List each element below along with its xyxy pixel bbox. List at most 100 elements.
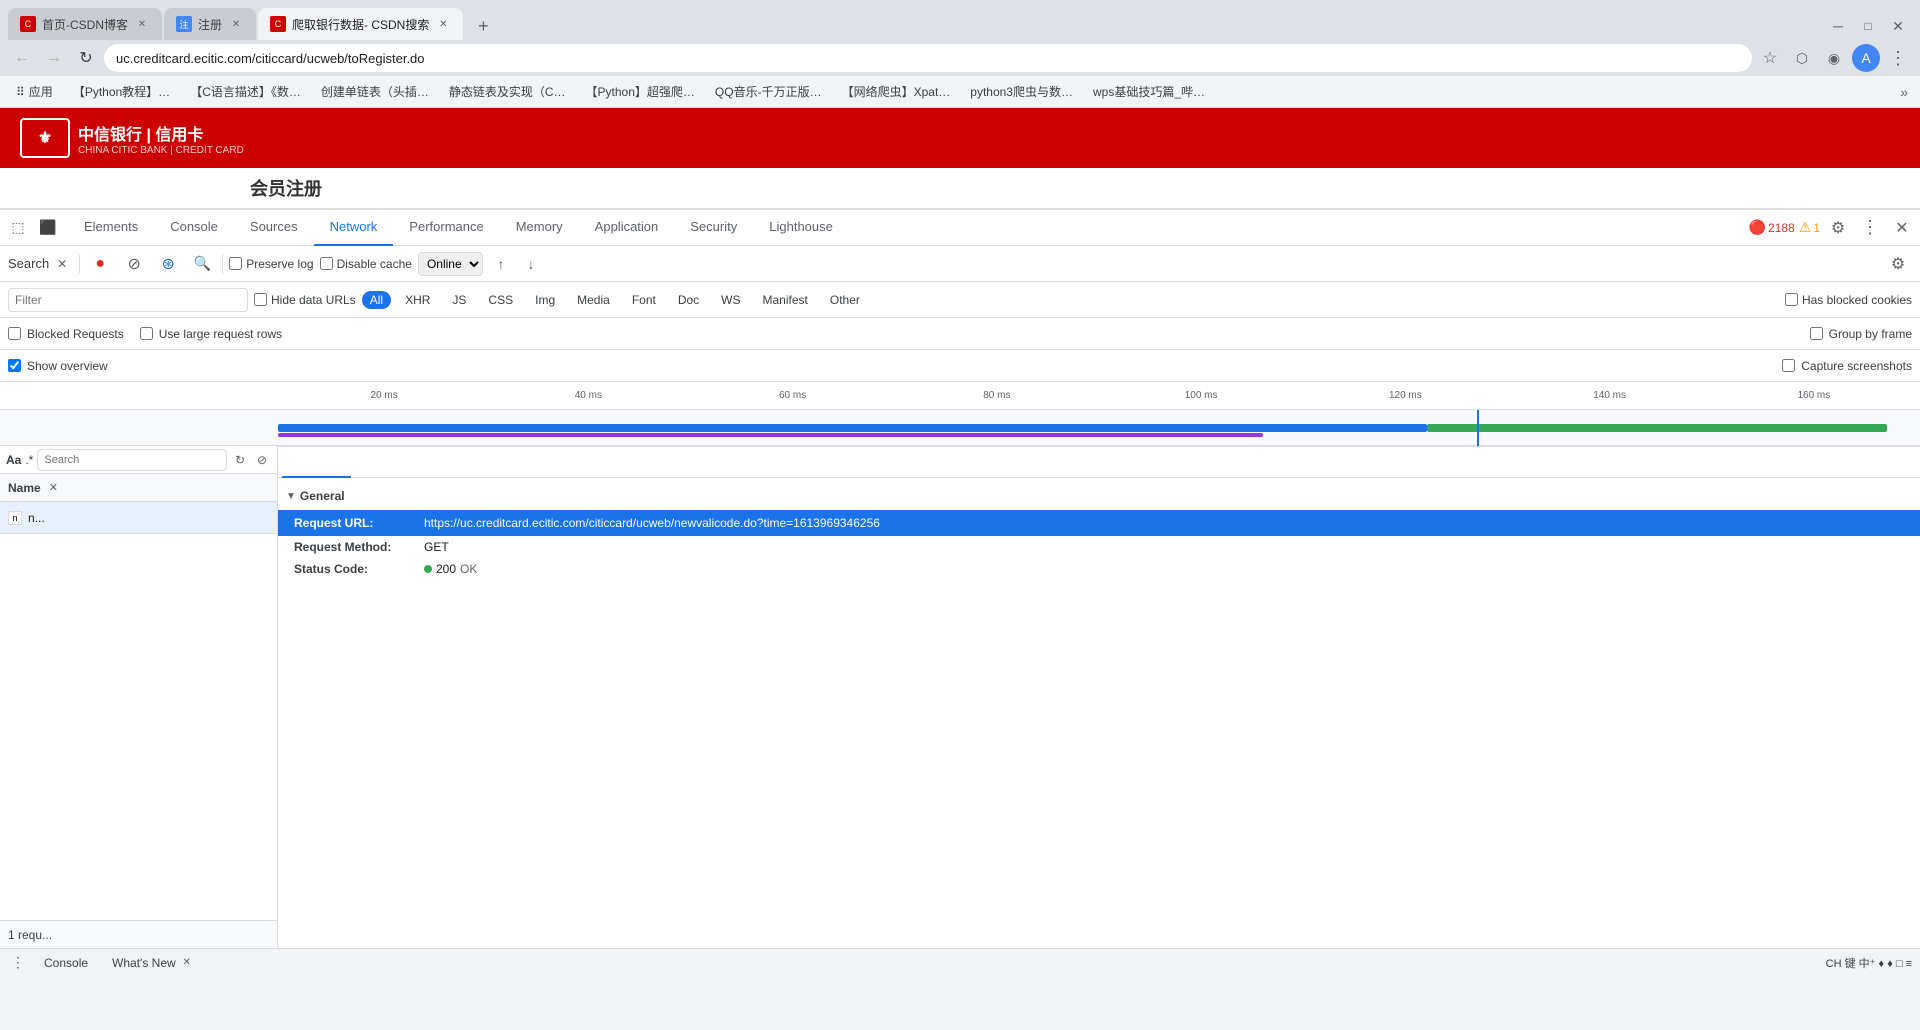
tab-title-citic: 爬取银行数据- CSDN搜索: [292, 16, 429, 33]
tab-console[interactable]: Console: [154, 210, 234, 246]
bookmark-static[interactable]: 静态链表及实现（C…: [441, 81, 574, 102]
download-icon-btn[interactable]: ↓: [519, 252, 543, 276]
filter-type-css[interactable]: CSS: [480, 291, 521, 309]
hide-data-urls-checkbox[interactable]: [254, 293, 267, 306]
filter-type-font[interactable]: Font: [624, 291, 664, 309]
general-header-row[interactable]: ▼ General: [278, 482, 1920, 510]
tab-network[interactable]: Network: [314, 210, 394, 246]
bookmark-qq[interactable]: QQ音乐-千万正版…: [707, 81, 830, 102]
tab-close-reg[interactable]: ✕: [228, 16, 244, 32]
filter-type-all[interactable]: All: [362, 291, 391, 309]
bookmark-list[interactable]: 创建单链表（头插…: [313, 81, 437, 102]
preserve-log-checkbox[interactable]: [229, 257, 242, 270]
tab-sources[interactable]: Sources: [234, 210, 314, 246]
filter-input-wrap[interactable]: [8, 288, 248, 312]
filter-type-doc[interactable]: Doc: [670, 291, 707, 309]
more-menu-button[interactable]: ⋮: [1884, 44, 1912, 72]
filter-type-xhr[interactable]: XHR: [397, 291, 438, 309]
new-tab-button[interactable]: +: [469, 12, 497, 40]
network-settings-btn[interactable]: ⚙: [1884, 250, 1912, 278]
filter-btn[interactable]: ⊛: [154, 250, 182, 278]
tab-elements[interactable]: Elements: [68, 210, 154, 246]
tab-reg[interactable]: 注 注册 ✕: [164, 8, 256, 40]
forward-button[interactable]: →: [40, 44, 68, 72]
group-by-frame-checkbox[interactable]: [1810, 327, 1823, 340]
reload-button[interactable]: ↻: [72, 44, 100, 72]
bottom-tab-whats-new[interactable]: What's New ✕: [104, 954, 202, 972]
blocked-requests-label[interactable]: Blocked Requests: [8, 327, 124, 341]
search-title-label: Search: [8, 256, 49, 271]
capture-screenshots-checkbox[interactable]: [1782, 359, 1795, 372]
timeline-empty-row: [278, 446, 1920, 474]
tab-lighthouse[interactable]: Lighthouse: [753, 210, 849, 246]
request-url-value[interactable]: https://uc.creditcard.ecitic.com/citicca…: [424, 516, 880, 530]
network-item-selected[interactable]: n n...: [0, 502, 277, 534]
minimize-button[interactable]: ─: [1824, 12, 1852, 40]
stop-btn[interactable]: ⊘: [120, 250, 148, 278]
extension-button-1[interactable]: ⬡: [1788, 44, 1816, 72]
search-clear-btn[interactable]: ✕: [53, 255, 71, 273]
has-blocked-cookies-label[interactable]: Has blocked cookies: [1785, 293, 1912, 307]
close-window-button[interactable]: ✕: [1884, 12, 1912, 40]
disable-cache-checkbox[interactable]: [320, 257, 333, 270]
tab-performance[interactable]: Performance: [393, 210, 499, 246]
filter-type-media[interactable]: Media: [569, 291, 618, 309]
filter-type-ws[interactable]: WS: [713, 291, 748, 309]
tab-close-csdn[interactable]: ✕: [134, 16, 150, 32]
extension-button-2[interactable]: ◉: [1820, 44, 1848, 72]
clear-search-btn[interactable]: ⊘: [253, 451, 271, 469]
tab-application[interactable]: Application: [579, 210, 675, 246]
large-rows-label[interactable]: Use large request rows: [140, 327, 282, 341]
tab-csdn[interactable]: C 首页-CSDN博客 ✕: [8, 8, 162, 40]
bookmark-py2[interactable]: 【Python】超强爬…: [578, 81, 703, 102]
maximize-button[interactable]: □: [1854, 12, 1882, 40]
tab-memory[interactable]: Memory: [500, 210, 579, 246]
bookmark-python[interactable]: 【Python教程】…: [65, 81, 178, 102]
search-btn[interactable]: 🔍: [188, 250, 216, 278]
bookmark-wps[interactable]: wps基础技巧篇_哔…: [1085, 81, 1213, 102]
refresh-search-btn[interactable]: ↻: [231, 451, 249, 469]
group-by-frame-label[interactable]: Group by frame: [1810, 327, 1912, 341]
show-overview-label[interactable]: Show overview: [8, 359, 108, 373]
bookmarks-more[interactable]: »: [1896, 82, 1912, 102]
bookmark-c[interactable]: 【C语言描述】《数…: [182, 81, 309, 102]
bookmark-py3[interactable]: python3爬虫与数…: [962, 81, 1081, 102]
back-button[interactable]: ←: [8, 44, 36, 72]
filter-type-js[interactable]: JS: [444, 291, 474, 309]
bookmark-spider[interactable]: 【网络爬虫】Xpat…: [834, 81, 959, 102]
show-overview-checkbox[interactable]: [8, 359, 21, 372]
bottom-tab-console[interactable]: Console: [36, 954, 96, 972]
url-bar[interactable]: uc.creditcard.ecitic.com/citiccard/ucweb…: [104, 44, 1752, 72]
devtools-settings-btn[interactable]: ⚙: [1824, 214, 1852, 242]
capture-screenshots-label[interactable]: Capture screenshots: [1782, 359, 1912, 373]
upload-icon-btn[interactable]: ↑: [489, 252, 513, 276]
name-col-close[interactable]: ✕: [49, 481, 58, 494]
tab-close-citic[interactable]: ✕: [435, 16, 451, 32]
filter-type-manifest[interactable]: Manifest: [755, 291, 816, 309]
device-mode-btn[interactable]: ⬛: [34, 214, 62, 242]
has-blocked-cookies-checkbox[interactable]: [1785, 293, 1798, 306]
filter-type-other[interactable]: Other: [822, 291, 868, 309]
filter-type-img[interactable]: Img: [527, 291, 563, 309]
search-input-box[interactable]: [37, 449, 227, 471]
hide-data-urls-label[interactable]: Hide data URLs: [254, 293, 356, 307]
inspector-icon-btn[interactable]: ⬚: [4, 214, 32, 242]
record-btn[interactable]: ●: [86, 250, 114, 278]
devtools-more-btn[interactable]: ⋮: [1856, 214, 1884, 242]
group-by-frame-text: Group by frame: [1829, 327, 1912, 341]
tab-security[interactable]: Security: [674, 210, 753, 246]
throttle-select[interactable]: Online: [418, 252, 483, 276]
whats-new-close-btn[interactable]: ✕: [180, 956, 194, 970]
bookmark-button[interactable]: ☆: [1756, 44, 1784, 72]
large-rows-checkbox[interactable]: [140, 327, 153, 340]
tab-citic[interactable]: C 爬取银行数据- CSDN搜索 ✕: [258, 8, 463, 40]
devtools-close-btn[interactable]: ✕: [1888, 214, 1916, 242]
blocked-requests-checkbox[interactable]: [8, 327, 21, 340]
search-field[interactable]: [44, 454, 220, 466]
bottom-more-btn[interactable]: ⋮: [8, 953, 28, 973]
filter-input[interactable]: [15, 293, 241, 307]
profile-button[interactable]: A: [1852, 44, 1880, 72]
bookmark-apps[interactable]: ⠿ 应用: [8, 81, 61, 102]
disable-cache-label[interactable]: Disable cache: [320, 257, 412, 271]
preserve-log-label[interactable]: Preserve log: [229, 257, 313, 271]
